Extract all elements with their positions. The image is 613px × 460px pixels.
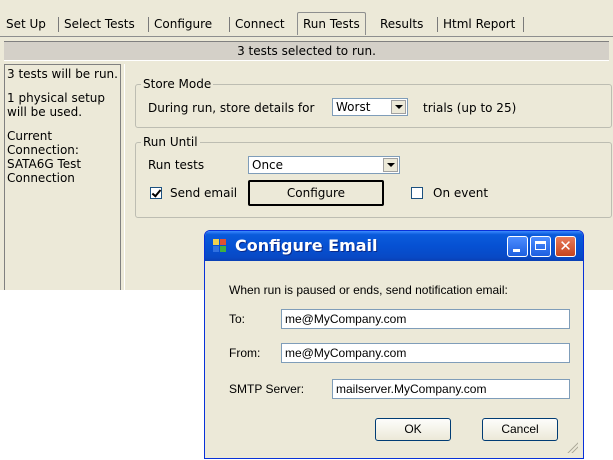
run-tests-select[interactable]: Once <box>248 156 400 174</box>
store-mode-select[interactable]: Worst <box>332 98 408 116</box>
from-email-field[interactable]: me@MyCompany.com <box>281 343 570 363</box>
tab-separator <box>58 17 59 32</box>
dialog-body: When run is paused or ends, send notific… <box>208 261 580 455</box>
to-email-field[interactable]: me@MyCompany.com <box>281 309 570 329</box>
smtp-server-field[interactable]: mailserver.MyCompany.com <box>332 379 570 399</box>
configure-email-dialog: Configure Email ✕ When run is paused or … <box>204 230 584 459</box>
resize-grip-icon[interactable] <box>566 441 578 453</box>
cancel-button[interactable]: Cancel <box>482 418 558 441</box>
on-event-label: On event <box>433 186 489 200</box>
chevron-down-icon[interactable] <box>383 158 398 172</box>
tab-set-up[interactable]: Set Up <box>3 14 49 35</box>
send-email-checkbox[interactable] <box>150 187 162 199</box>
tab-separator <box>523 17 524 32</box>
dialog-title: Configure Email <box>235 236 378 255</box>
run-until-group: Run Until Run tests Once Send email Conf… <box>135 135 612 218</box>
tab-separator <box>148 17 149 32</box>
tab-bar: Set Up Select Tests Configure Connect Ru… <box>0 12 613 36</box>
run-tests-label: Run tests <box>148 158 205 172</box>
tab-connect[interactable]: Connect <box>232 14 288 35</box>
store-details-prefix: During run, store details for <box>148 101 315 115</box>
tab-separator <box>437 17 438 32</box>
store-mode-label: Store Mode <box>141 77 214 91</box>
tab-separator <box>229 17 230 32</box>
tab-html-report[interactable]: Html Report <box>440 14 518 35</box>
physical-setup-text: 1 physical setup will be used. <box>7 91 106 119</box>
close-button[interactable]: ✕ <box>555 236 576 257</box>
current-connection-text: Current Connection: SATA6G Test Connecti… <box>7 129 82 185</box>
from-label: From: <box>229 346 261 360</box>
store-mode-group: Store Mode During run, store details for… <box>135 77 612 128</box>
tab-configure[interactable]: Configure <box>151 14 215 35</box>
status-header: 3 tests selected to run. <box>4 41 609 61</box>
send-email-label: Send email <box>170 186 238 200</box>
on-event-checkbox[interactable] <box>411 187 423 199</box>
tab-underline <box>0 36 613 37</box>
run-tests-value: Once <box>252 158 284 172</box>
store-details-suffix: trials (up to 25) <box>423 101 517 115</box>
tab-select-tests[interactable]: Select Tests <box>61 14 138 35</box>
configure-email-button[interactable]: Configure <box>248 180 384 206</box>
tab-run-tests[interactable]: Run Tests <box>297 12 366 35</box>
ok-button[interactable]: OK <box>375 418 451 441</box>
store-mode-value: Worst <box>336 100 371 114</box>
run-until-label: Run Until <box>141 135 200 149</box>
chevron-down-icon[interactable] <box>391 100 406 114</box>
instruction-text: When run is paused or ends, send notific… <box>229 283 508 297</box>
info-panel: 3 tests will be run. 1 physical setup wi… <box>4 64 121 290</box>
minimize-icon <box>513 249 520 252</box>
close-icon: ✕ <box>559 237 572 255</box>
dialog-titlebar[interactable]: Configure Email ✕ <box>205 231 583 261</box>
tab-results[interactable]: Results <box>377 14 426 35</box>
smtp-server-label: SMTP Server: <box>229 382 305 396</box>
minimize-button[interactable] <box>507 236 528 257</box>
maximize-button[interactable] <box>530 236 551 257</box>
maximize-icon <box>535 241 546 250</box>
tests-count-text: 3 tests will be run. <box>7 67 118 81</box>
to-label: To: <box>229 312 246 326</box>
app-icon <box>213 239 227 253</box>
